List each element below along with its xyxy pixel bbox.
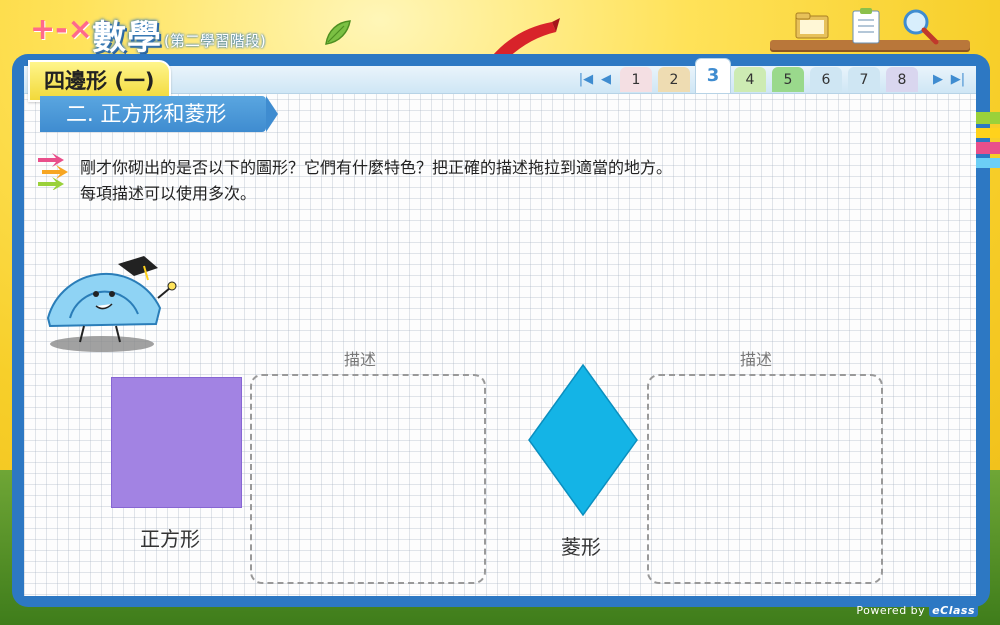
rhombus-label: 菱形 <box>561 535 601 559</box>
page-tab-3[interactable]: 3 <box>695 58 731 93</box>
page-tab-2[interactable]: 2 <box>658 67 690 92</box>
prev-page-icon: ◀ <box>601 71 611 87</box>
section-banner: 二. 正方形和菱形 <box>40 96 278 134</box>
eclass-logo[interactable]: eClass <box>929 604 978 617</box>
app-logo: +-×÷ 數學 (第二學習階段) <box>22 6 351 58</box>
section-banner-tip <box>266 96 278 132</box>
magnifier-icon[interactable] <box>900 6 940 46</box>
rhombus-description-dropzone[interactable] <box>647 374 883 584</box>
arrows-icon <box>38 153 68 190</box>
square-shape <box>111 377 242 508</box>
first-page-icon: |◀ <box>578 71 594 87</box>
instruction-line-1: 剛才你砌出的是否以下的圖形？它們有什麼特色？把正確的描述拖拉到適當的地方。 <box>80 158 673 177</box>
square-description-dropzone[interactable] <box>250 374 486 584</box>
folder-icon[interactable] <box>792 6 832 46</box>
powered-by-text: Powered by <box>856 604 926 617</box>
instruction-line-2: 每項描述可以使用多次。 <box>80 184 257 203</box>
last-page-icon: ▶| <box>950 71 966 87</box>
square-label: 正方形 <box>140 527 200 551</box>
rhombus-shape <box>528 364 638 516</box>
page-tab-4[interactable]: 4 <box>734 67 766 92</box>
instructions: 剛才你砌出的是否以下的圖形？它們有什麼特色？把正確的描述拖拉到適當的地方。 每項… <box>80 155 672 207</box>
next-page-icon: ▶ <box>933 71 943 87</box>
protractor-mascot <box>46 256 177 352</box>
page-tab-1[interactable]: 1 <box>620 67 652 92</box>
leaf-icon <box>325 20 351 45</box>
next-page-button[interactable]: ▶ <box>930 67 946 91</box>
side-tabs-decoration <box>976 112 1000 168</box>
page-tab-5[interactable]: 5 <box>772 67 804 92</box>
prev-page-button[interactable]: ◀ <box>598 67 614 91</box>
notepad-icon[interactable] <box>846 6 886 46</box>
page-tab-8[interactable]: 8 <box>886 67 918 92</box>
page-tab-7[interactable]: 7 <box>848 67 880 92</box>
section-title: 二. 正方形和菱形 <box>66 102 227 126</box>
square-description-label: 描述 <box>344 350 377 369</box>
powered-by: Powered by eClass <box>856 604 978 617</box>
app-title: 數學 <box>92 18 162 58</box>
page-tab-6[interactable]: 6 <box>810 67 842 92</box>
last-page-button[interactable]: ▶| <box>950 67 966 91</box>
rhombus-description-label: 描述 <box>740 350 773 369</box>
first-page-button[interactable]: |◀ <box>578 67 594 91</box>
app-subtitle: (第二學習階段) <box>164 32 266 50</box>
